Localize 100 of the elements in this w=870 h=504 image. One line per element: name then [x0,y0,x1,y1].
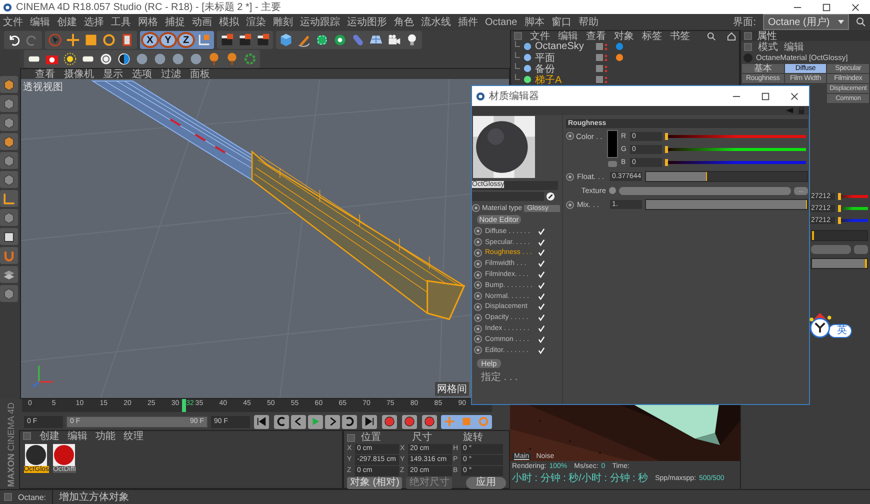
previous-frame-icon[interactable] [291,414,306,428]
material-swatch[interactable] [25,444,48,466]
visibility-toggle-icon[interactable] [596,64,608,74]
go-to-start-icon[interactable] [254,414,269,428]
object-menu-item[interactable]: 编辑 [558,29,578,43]
cube-icon[interactable] [0,133,18,150]
panel-handle-icon[interactable] [514,32,522,40]
record-key-icon[interactable] [382,414,397,428]
color-slider[interactable] [665,161,806,164]
menu-item[interactable]: 窗口 [551,15,572,29]
axis-lock-button[interactable]: Z [177,32,195,48]
viewport-menu-item[interactable]: 摄像机 [64,67,94,81]
menu-item[interactable]: 帮助 [578,15,598,29]
close-icon[interactable] [851,2,860,12]
layers-icon[interactable] [0,266,18,283]
object-name[interactable]: 备份 [535,62,593,76]
menu-item[interactable]: 运动图形 [347,15,387,29]
viewport-menu-item[interactable]: 显示 [103,67,123,81]
viewport-menu-item[interactable]: 过滤 [161,67,181,81]
record-key-icon[interactable] [422,414,437,428]
maximize-icon[interactable] [761,92,770,100]
rotate-key-icon[interactable] [476,414,491,428]
channel-checkbox[interactable] [538,271,545,278]
cube-icon[interactable] [0,114,18,131]
channel-checkbox[interactable] [538,346,545,354]
apply-button[interactable]: 应用 [466,477,506,489]
play-icon[interactable] [308,414,323,428]
material-menu-item[interactable]: 编辑 [67,429,88,443]
record-key-icon[interactable] [402,414,417,428]
panel-handle-icon[interactable] [4,493,12,501]
slider-thumb[interactable] [838,216,841,224]
axis-lock-button[interactable]: Y [159,32,177,48]
menu-item[interactable]: 网格 [138,15,158,29]
viewport-menu-item[interactable]: 面板 [190,67,210,81]
material-menu-item[interactable]: 功能 [95,429,116,443]
menu-item[interactable]: 工具 [111,15,131,29]
viewport-menu-item[interactable]: 查看 [35,67,55,81]
channel-checkbox[interactable] [538,336,545,343]
search-icon[interactable] [707,32,716,40]
menu-item[interactable]: 创建 [57,15,77,29]
material-menu-item[interactable]: 创建 [39,429,60,443]
move-key-icon[interactable] [442,414,457,428]
cube-icon[interactable] [0,76,18,93]
link-field[interactable] [472,192,544,201]
visibility-toggle-icon[interactable] [596,42,608,52]
channel-checkbox[interactable] [538,314,545,322]
menu-item[interactable]: 插件 [458,15,478,29]
channel-checkbox[interactable] [538,238,545,246]
color-picker-icon[interactable] [608,161,617,167]
menu-item[interactable]: 雕刻 [273,15,293,29]
playhead[interactable] [182,399,186,412]
channel-checkbox[interactable] [538,282,545,289]
menu-item[interactable]: 脚本 [524,15,544,29]
menu-item[interactable]: 运动跟踪 [300,15,340,29]
slider-thumb[interactable] [838,192,841,200]
cube-icon[interactable] [0,152,18,169]
attribute-menu-item[interactable]: 编辑 [784,40,804,54]
object-menu-item[interactable]: 书签 [670,29,690,43]
menu-item[interactable]: 编辑 [30,15,50,29]
go-to-end-icon[interactable] [362,414,377,428]
menu-item[interactable]: 文件 [3,15,23,29]
color-slider[interactable] [665,148,806,151]
slider-thumb[interactable] [838,204,841,212]
next-key-icon[interactable] [342,414,357,428]
corner-icon[interactable] [0,190,18,207]
object-name[interactable]: 平面 [535,50,593,64]
panel-handle-icon[interactable] [347,434,355,442]
menu-item[interactable]: 模拟 [219,15,239,29]
axis-lock-button[interactable]: X [141,32,159,48]
object-name[interactable]: 梯子A [535,72,593,86]
cube-icon[interactable] [0,285,18,302]
float-slider[interactable] [811,230,868,241]
object-menu-item[interactable]: 查看 [586,29,606,43]
close-icon[interactable] [790,92,799,100]
channel-checkbox[interactable] [538,249,545,256]
object-menu-item[interactable]: 对象 [614,29,634,43]
object-menu-item[interactable]: 文件 [530,29,550,43]
layout-dropdown[interactable]: Octane (用户) [763,14,849,30]
color-swatch[interactable] [607,130,618,158]
sun-icon[interactable] [61,51,79,66]
material-swatch[interactable] [53,444,76,466]
channel-checkbox[interactable] [538,292,545,300]
object-name[interactable]: OctaneSky [535,41,593,52]
assign-label[interactable]: 指定 . . . [481,370,562,384]
slider-thumb[interactable] [665,159,668,166]
menu-item[interactable]: 流水线 [421,15,451,29]
coordinate-mode-dropdown[interactable]: 对象 (相对) [347,477,402,489]
channel-checkbox[interactable] [538,303,545,310]
menu-item[interactable]: 角色 [394,15,414,29]
channel-checkbox[interactable] [538,260,545,268]
search-icon[interactable] [856,17,866,27]
material-menu-item[interactable]: 纹理 [123,429,144,443]
channel-checkbox[interactable] [538,228,545,235]
attribute-menu-item[interactable]: 模式 [758,40,778,54]
menu-item[interactable]: 选择 [84,15,104,29]
home-icon[interactable] [727,32,736,40]
slider-thumb[interactable] [665,146,668,153]
object-menu-item[interactable]: 标签 [642,29,662,43]
cube-icon[interactable] [0,95,18,112]
color-slider[interactable] [665,135,806,138]
